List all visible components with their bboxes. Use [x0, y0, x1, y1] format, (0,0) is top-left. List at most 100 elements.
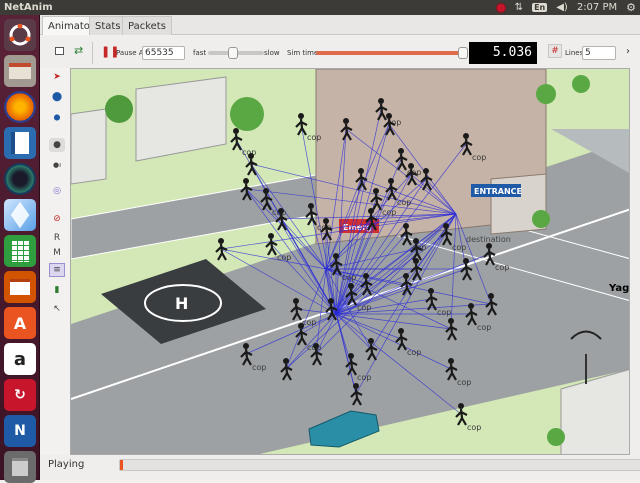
- writer-icon[interactable]: [4, 127, 36, 159]
- node-head: [458, 403, 464, 409]
- playback-progress-fill: [120, 460, 123, 470]
- node-head: [348, 283, 354, 289]
- node-label: cop: [452, 243, 466, 252]
- window-title: NetAnim: [4, 2, 53, 13]
- node-head: [333, 253, 339, 259]
- node-size-up-icon[interactable]: ⬤: [49, 90, 65, 104]
- playback-progress-bar: [119, 459, 640, 471]
- packet-stats-icon[interactable]: ●: [49, 138, 65, 152]
- software-icon[interactable]: [4, 199, 36, 231]
- node-head: [358, 168, 364, 174]
- amazon-icon[interactable]: a: [4, 343, 36, 375]
- node-head: [398, 148, 404, 154]
- node-head: [263, 188, 269, 194]
- ubuntu-icon[interactable]: [4, 19, 36, 51]
- playback-status: Playing: [48, 459, 85, 470]
- node-head: [488, 293, 494, 299]
- node-head: [388, 178, 394, 184]
- node-label: cop: [277, 253, 291, 262]
- sim-time-slider-fill: [316, 51, 463, 55]
- node-head: [448, 358, 454, 364]
- node-head: [348, 353, 354, 359]
- node-head: [398, 328, 404, 334]
- calc-icon[interactable]: [4, 235, 36, 267]
- node-label: cop: [307, 133, 321, 142]
- node-head: [403, 273, 409, 279]
- routing-r-button[interactable]: R: [49, 231, 65, 245]
- network-icon[interactable]: ⇅: [515, 2, 523, 13]
- node-head: [463, 258, 469, 264]
- node-head: [486, 243, 492, 249]
- update-icon[interactable]: ↻: [4, 379, 36, 411]
- animation-canvas[interactable]: H Emerg ENTRANCE Yagi destination copcop…: [70, 68, 630, 455]
- node-head: [283, 358, 289, 364]
- node-size-down-icon[interactable]: ⬤: [49, 110, 65, 124]
- pause-at-input[interactable]: 65535: [142, 46, 185, 60]
- toolbar-overflow-icon[interactable]: ›: [626, 46, 630, 57]
- system-top-bar: NetAnim ⇅ En ◀) 2:07 PM ⚙: [0, 0, 640, 15]
- system-tray: ⇅ En ◀) 2:07 PM ⚙: [495, 0, 636, 15]
- toolbar-divider: [92, 42, 93, 64]
- tab-stats[interactable]: Stats: [89, 16, 127, 35]
- battery-icon[interactable]: ▮: [49, 283, 65, 297]
- node-head: [308, 203, 314, 209]
- tree-1: [105, 95, 133, 123]
- node-head: [378, 98, 384, 104]
- node-head: [448, 318, 454, 324]
- volume-icon[interactable]: ◀): [556, 2, 568, 13]
- netanim-icon[interactable]: N: [4, 415, 36, 447]
- mobility-m-button[interactable]: M: [49, 246, 65, 260]
- tree-5: [532, 210, 550, 228]
- node-head: [323, 218, 329, 224]
- node-head: [428, 288, 434, 294]
- clock[interactable]: 2:07 PM: [577, 2, 617, 13]
- node-label: cop: [457, 378, 471, 387]
- node-head: [298, 323, 304, 329]
- grid-icon[interactable]: #: [548, 44, 562, 58]
- node-head: [298, 113, 304, 119]
- keyboard-layout-indicator[interactable]: En: [532, 3, 548, 12]
- sim-time-slider-handle[interactable]: [457, 47, 468, 59]
- node-head: [368, 208, 374, 214]
- node-label: cop: [437, 308, 451, 317]
- node-label: cop: [252, 363, 266, 372]
- status-bar: Playing: [40, 455, 640, 480]
- node-head: [363, 273, 369, 279]
- tree-3: [536, 84, 556, 104]
- unity-launcher: A a ↻ N: [0, 15, 40, 483]
- reload-icon[interactable]: ⇄: [74, 44, 83, 57]
- tree-6: [547, 428, 565, 446]
- animation-scene: H Emerg ENTRANCE Yagi destination copcop…: [71, 69, 629, 454]
- impress-icon[interactable]: [4, 271, 36, 303]
- power-gear-icon[interactable]: ⚙: [626, 1, 636, 14]
- entrance-sign: ENTRANCE: [474, 187, 522, 196]
- open-file-icon[interactable]: [55, 47, 64, 55]
- wireless-circles-icon[interactable]: ◎: [49, 184, 65, 198]
- node-label: cop: [472, 153, 486, 162]
- tab-packets[interactable]: Packets: [122, 16, 172, 35]
- lines-spinbox[interactable]: 5: [582, 46, 616, 60]
- record-indicator-icon[interactable]: [495, 2, 506, 13]
- properties-list-icon[interactable]: ≡: [49, 263, 65, 277]
- screenshot-icon[interactable]: [4, 163, 36, 195]
- speed-slow-label: slow: [264, 49, 280, 57]
- no-entry-icon[interactable]: ⊘: [49, 212, 65, 226]
- canvas-vertical-scrollbar[interactable]: [630, 68, 640, 455]
- node-head: [233, 128, 239, 134]
- zoom-in-icon[interactable]: ➤: [49, 70, 65, 84]
- nodes-icon[interactable]: ●ı: [49, 158, 65, 172]
- speed-slider-handle[interactable]: [228, 47, 239, 59]
- node-label: cop: [302, 318, 316, 327]
- trash-icon[interactable]: [4, 451, 36, 483]
- node-head: [343, 118, 349, 124]
- node-label: cop: [495, 263, 509, 272]
- node-label: cop: [357, 373, 371, 382]
- node-head: [443, 223, 449, 229]
- node-head: [373, 188, 379, 194]
- files-icon[interactable]: [4, 55, 36, 87]
- firefox-icon[interactable]: [4, 91, 36, 123]
- pointer-icon[interactable]: ↖: [49, 302, 65, 316]
- sim-time-label: Sim time: [287, 49, 319, 57]
- app-store-icon[interactable]: A: [4, 307, 36, 339]
- node-label: cop: [467, 423, 481, 432]
